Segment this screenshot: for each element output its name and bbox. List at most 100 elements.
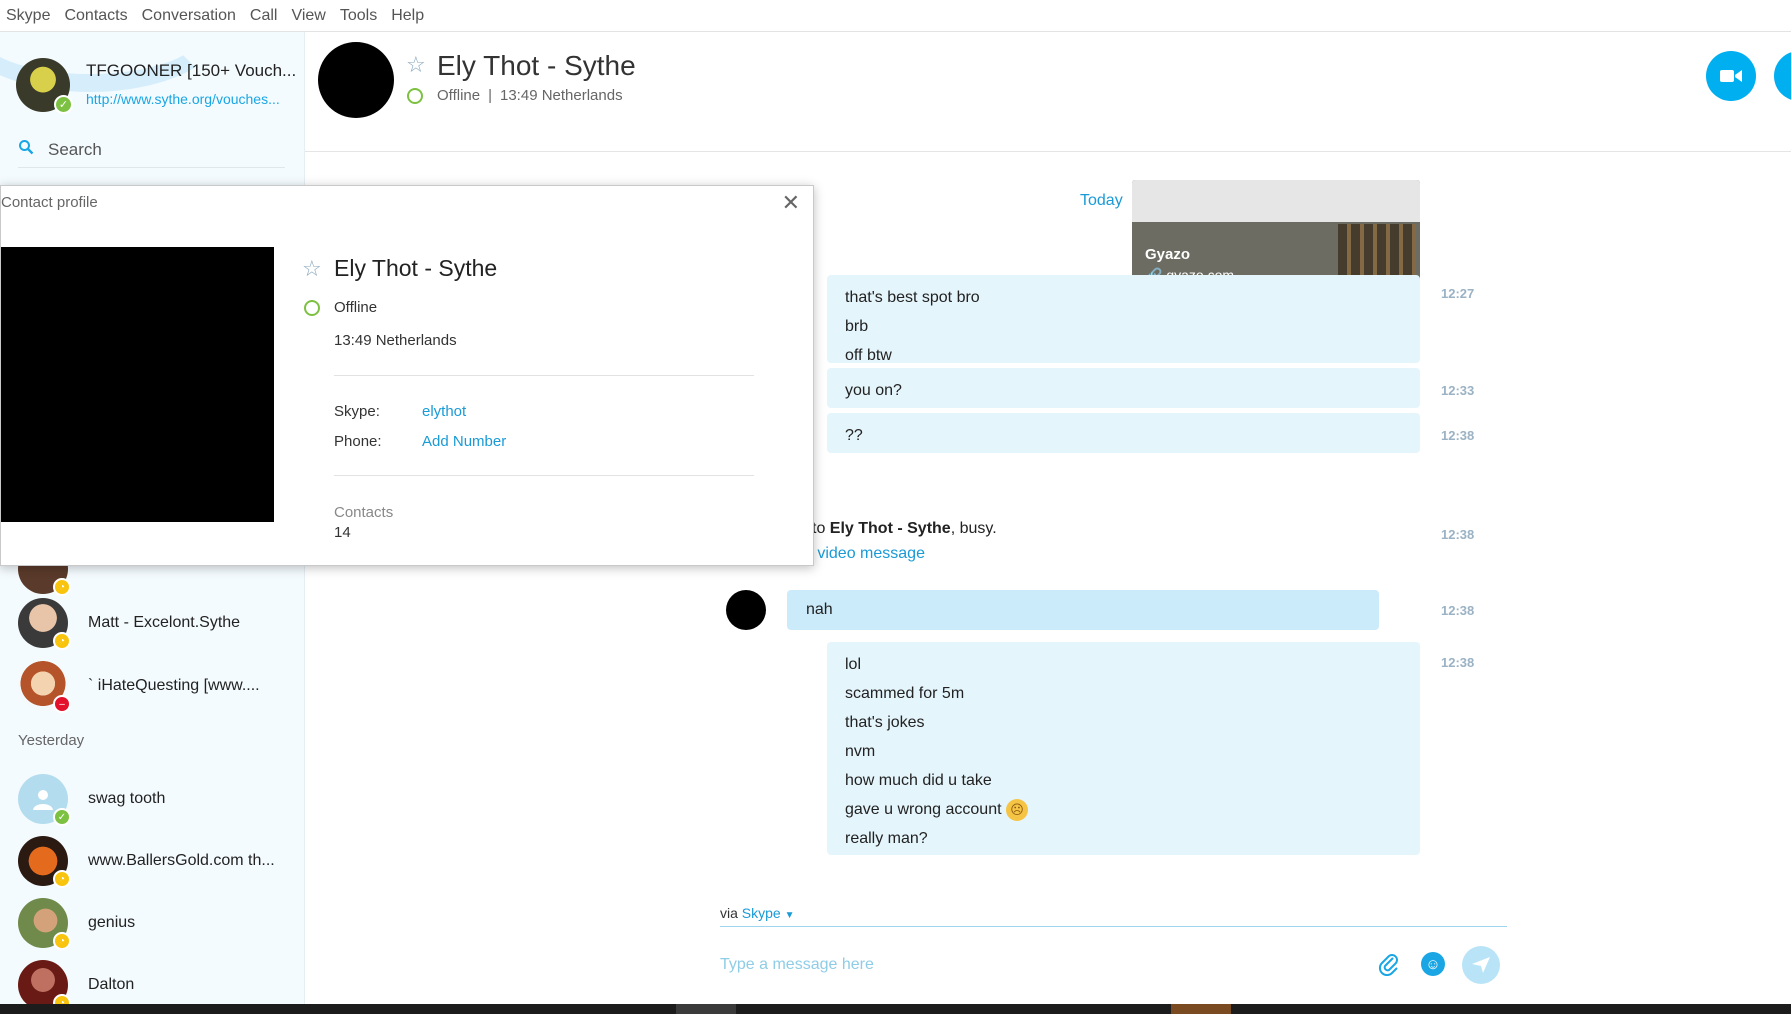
menu-bar: Skype Contacts Conversation Call View To… [0,0,1791,32]
message-timestamp: 12:38 [1441,655,1475,670]
offline-status-icon [304,299,320,316]
message-line: lol [845,656,862,673]
preview-title: Gyazo [1145,246,1191,263]
contacts-count: 14 [334,524,351,541]
search-icon [18,139,48,160]
message-input[interactable]: Type a message here [720,956,874,974]
message-line: that's best spot bro [845,289,980,306]
away-status-icon: ◔ [53,870,71,888]
send-button[interactable] [1462,946,1500,984]
menu-help[interactable]: Help [391,7,424,25]
taskbar-item[interactable] [676,1004,736,1014]
message-line: ?? [845,427,863,444]
attach-file-icon[interactable] [1378,952,1400,982]
mood-link[interactable]: http://www.sythe.org/vouches... [86,91,296,107]
do-not-disturb-status-icon: – [53,695,71,713]
message-bubble[interactable]: lol scammed for 5m that's jokes nvm how … [827,642,1420,855]
dialog-title: Contact profile [1,194,98,211]
divider [334,375,754,376]
date-divider: Today [1080,192,1123,209]
contact-item-genius[interactable]: ◔ genius [18,898,135,950]
conversation-header: ☆ Ely Thot - Sythe Offline | 13:49 Nethe… [305,32,1791,152]
avatar: ◔ [18,960,71,1012]
favorite-star-icon[interactable]: ☆ [406,52,426,78]
compose-divider [720,926,1507,927]
message-timestamp: 12:33 [1441,383,1475,398]
menu-contacts[interactable]: Contacts [64,7,127,25]
message-bubble[interactable]: ?? [827,413,1420,453]
offline-status-icon [407,87,423,104]
audio-call-button[interactable] [1774,51,1791,101]
skype-username-link[interactable]: elythot [422,403,466,420]
profile-local-time: 13:49 Netherlands [334,332,457,349]
contact-status-text: Offline [437,87,481,104]
avatar: ◔ [18,598,71,650]
profile-status-text: Offline [334,299,378,316]
worried-emoji-icon: ☹ [1006,798,1028,821]
add-number-link[interactable]: Add Number [422,433,506,450]
message-bubble[interactable]: that's best spot bro brb off btw [827,275,1420,364]
status-separator: | [488,87,492,104]
menu-call[interactable]: Call [250,7,278,25]
send-video-message-link[interactable]: d video message [804,545,925,563]
preview-header-strip [1132,180,1420,222]
via-selector[interactable]: via Skype ▼ [720,905,795,921]
contact-name: ` iHateQuesting [www.... [88,677,260,694]
away-status-icon: ◔ [53,632,71,650]
emoticon-icon[interactable]: ☺ [1421,952,1445,976]
message-line: you on? [845,382,902,399]
system-message-suffix: , busy. [950,520,997,537]
message-text: gave u wrong account [845,801,1002,818]
contact-item-ballersgold[interactable]: ◔ www.BallersGold.com th... [18,836,275,888]
my-profile[interactable]: ✓ TFGOONER [150+ Vouch... http://www.syt… [16,58,296,114]
contact-item-dalton[interactable]: ◔ Dalton [18,960,135,1012]
menu-tools[interactable]: Tools [340,7,377,25]
profile-name: Ely Thot - Sythe [334,255,498,281]
avatar[interactable]: ✓ [16,58,73,114]
contact-avatar[interactable] [318,42,394,118]
via-label: via [720,905,738,921]
message-line: nah [806,601,833,618]
contact-name: Dalton [88,976,135,993]
contact-item-swag-tooth[interactable]: ✓ swag tooth [18,774,165,826]
message-bubble[interactable]: you on? [827,368,1420,408]
menu-view[interactable]: View [291,7,325,25]
online-status-icon: ✓ [54,95,73,114]
away-status-icon: ◔ [53,578,71,596]
video-call-button[interactable] [1706,51,1756,101]
message-line: nvm [845,743,876,760]
profile-photo [1,247,274,522]
message-line-with-emoji: gave u wrong account ☹ [845,795,1402,824]
avatar: – [18,661,71,713]
message-timestamp: 12:38 [1441,428,1475,443]
incoming-message-bubble[interactable]: nah [787,590,1379,630]
contact-avatar[interactable] [726,590,766,630]
menu-conversation[interactable]: Conversation [142,7,236,25]
message-timestamp: 12:27 [1441,286,1475,301]
avatar: ✓ [18,774,71,826]
conversation-title[interactable]: Ely Thot - Sythe [437,50,636,82]
contact-item-ihatequesting[interactable]: – ` iHateQuesting [www.... [18,661,260,713]
contact-name: www.BallersGold.com th... [88,852,275,869]
close-icon[interactable]: ✕ [782,190,800,216]
phone-label: Phone: [334,433,382,450]
send-arrow-icon [1472,957,1490,973]
search-bar[interactable]: Search [18,132,285,168]
via-service[interactable]: Skype [742,905,781,921]
contact-item-matt[interactable]: ◔ Matt - Excelont.Sythe [18,598,241,650]
menu-skype[interactable]: Skype [6,7,50,25]
divider [334,475,754,476]
section-yesterday: Yesterday [18,732,85,749]
skype-label: Skype: [334,403,380,420]
taskbar-item[interactable] [1171,1004,1231,1014]
video-camera-icon [1720,70,1742,82]
contact-name: Matt - Excelont.Sythe [88,614,241,631]
my-display-name[interactable]: TFGOONER [150+ Vouch... [86,61,296,81]
message-line: scammed for 5m [845,685,965,702]
contact-local-time: 13:49 Netherlands [500,87,623,104]
avatar: ◔ [18,898,71,950]
favorite-star-icon[interactable]: ☆ [302,256,322,282]
message-timestamp: 12:38 [1441,603,1475,618]
message-line: that's jokes [845,714,925,731]
contacts-label: Contacts [334,504,394,521]
